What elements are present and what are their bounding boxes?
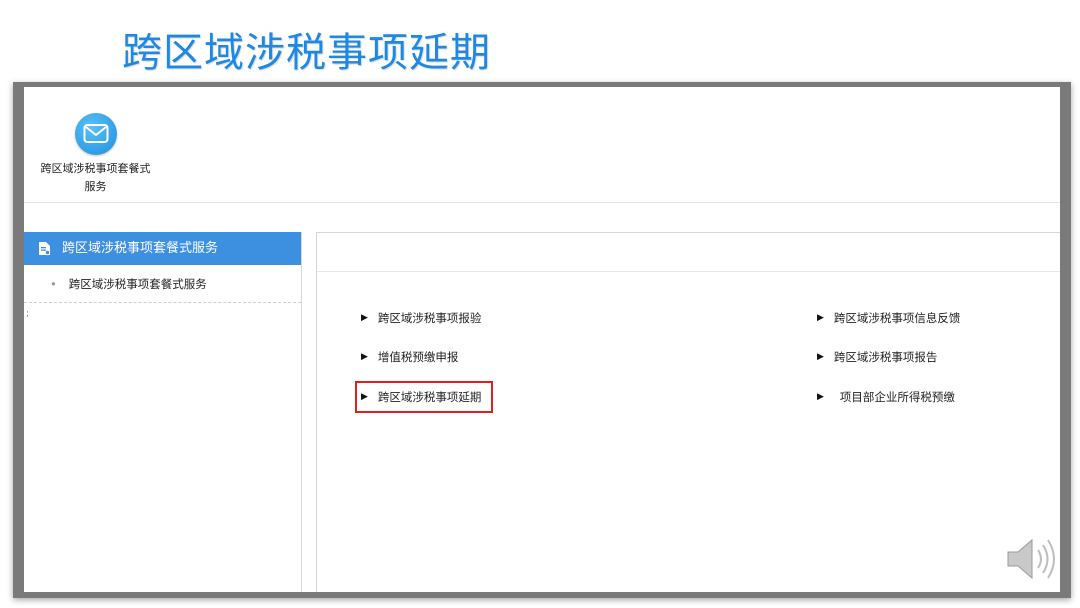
triangle-right-icon: ▶ — [817, 392, 824, 402]
main-divider — [317, 271, 1060, 272]
link-label: 跨区域涉税事项信息反馈 — [833, 311, 961, 325]
triangle-right-icon: ▶ — [817, 352, 824, 362]
link-label: 跨区域涉税事项延期 — [377, 390, 482, 404]
document-icon — [38, 241, 51, 256]
sidebar-item[interactable]: • 跨区域涉税事项套餐式服务 — [24, 265, 301, 303]
link-label: 项目部企业所得税预缴 — [839, 390, 955, 404]
triangle-right-icon: ▶ — [817, 313, 824, 323]
mail-icon — [74, 113, 117, 155]
screenshot-frame: 跨区域涉税事项套餐式 服务 跨区域涉税事项套餐式服务 • 跨区域涉税事项套餐式服务 — [13, 82, 1071, 598]
bullet-icon: • — [50, 277, 57, 291]
link-label: 增值税预缴申报 — [377, 350, 459, 364]
link-project-income-tax[interactable]: ▶ 项目部企业所得税预缴 — [817, 389, 955, 405]
link-label: 跨区域涉税事项报告 — [833, 350, 938, 364]
sidebar: 跨区域涉税事项套餐式服务 • 跨区域涉税事项套餐式服务 — [24, 232, 302, 592]
link-vat-prepayment[interactable]: ▶ 增值税预缴申报 — [361, 349, 458, 365]
app-tile[interactable]: 跨区域涉税事项套餐式 服务 — [28, 113, 163, 196]
app-tile-label-line2: 服务 — [84, 180, 107, 193]
sidebar-header-label: 跨区域涉税事项套餐式服务 — [62, 241, 219, 256]
speaker-icon[interactable] — [1004, 534, 1058, 588]
link-cross-region-inspection[interactable]: ▶ 跨区域涉税事项报验 — [361, 310, 481, 326]
link-label: 跨区域涉税事项报验 — [377, 311, 482, 325]
sidebar-header[interactable]: 跨区域涉税事项套餐式服务 — [24, 232, 301, 265]
app-screen: 跨区域涉税事项套餐式 服务 跨区域涉税事项套餐式服务 • 跨区域涉税事项套餐式服务 — [24, 87, 1060, 592]
header-divider — [24, 202, 1060, 203]
link-cross-region-feedback[interactable]: ▶ 跨区域涉税事项信息反馈 — [817, 310, 960, 326]
slide-title: 跨区域涉税事项延期 — [122, 30, 491, 76]
link-cross-region-report[interactable]: ▶ 跨区域涉税事项报告 — [817, 349, 937, 365]
main-panel: ▶ 跨区域涉税事项报验 ▶ 增值税预缴申报 ▶ 跨区域涉税事项延期 ▶ 跨区域涉… — [316, 232, 1060, 592]
stray-mark: ; — [26, 309, 30, 319]
triangle-right-icon: ▶ — [361, 352, 368, 362]
triangle-right-icon: ▶ — [361, 392, 368, 402]
app-tile-label-line1: 跨区域涉税事项套餐式 — [40, 162, 151, 175]
link-cross-region-extension[interactable]: ▶ 跨区域涉税事项延期 — [355, 381, 494, 413]
triangle-right-icon: ▶ — [361, 313, 368, 323]
sidebar-item-label: 跨区域涉税事项套餐式服务 — [68, 277, 207, 291]
